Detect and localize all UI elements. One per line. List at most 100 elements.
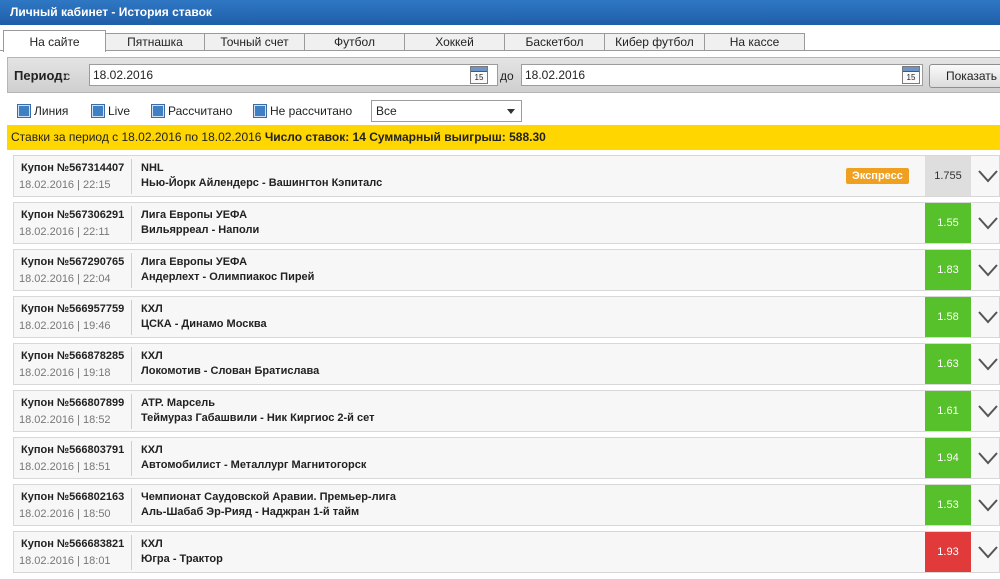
bet-league: Лига Европы УЕФА <box>141 256 248 268</box>
tab-basketball[interactable]: Баскетбол <box>504 33 605 51</box>
bet-datetime: 18.02.2016 | 22:04 <box>19 273 111 285</box>
bet-league: КХЛ <box>141 444 163 456</box>
bet-league: ATP. Марсель <box>141 397 215 409</box>
calendar-from-icon[interactable]: 15 <box>470 66 488 84</box>
bet-coefficient: 1.93 <box>925 532 971 572</box>
chevron-down-icon[interactable] <box>977 496 999 514</box>
bet-match: Аль-Шабаб Эр-Рияд - Наджран 1-й тайм <box>141 506 360 518</box>
bet-datetime: 18.02.2016 | 19:18 <box>19 367 111 379</box>
bet-type-select[interactable]: Все <box>371 100 522 122</box>
bet-match: Югра - Трактор <box>141 553 223 565</box>
checkbox-settled[interactable] <box>151 104 165 118</box>
tab-hockey[interactable]: Хоккей <box>404 33 505 51</box>
tab-football[interactable]: Футбол <box>304 33 405 51</box>
bet-datetime: 18.02.2016 | 22:15 <box>19 179 111 191</box>
chevron-down-icon[interactable] <box>977 308 999 326</box>
bet-match: Нью-Йорк Айлендерс - Вашингтон Кэпиталс <box>141 177 383 189</box>
checkbox-live-label: Live <box>108 104 131 118</box>
checkbox-line-label: Линия <box>34 104 69 118</box>
bet-datetime: 18.02.2016 | 18:01 <box>19 555 111 567</box>
period-summary: Ставки за период с 18.02.2016 по 18.02.2… <box>7 125 1000 150</box>
row-divider <box>131 488 132 523</box>
tab-at-cashdesk[interactable]: На кассе <box>704 33 805 51</box>
row-divider <box>131 394 132 429</box>
bet-row[interactable]: Купон №566802163 18.02.2016 | 18:50 Чемпио… <box>13 484 1000 526</box>
date-from-input[interactable]: 18.02.2016 <box>89 64 498 86</box>
bet-match: Вильярреал - Наполи <box>141 224 260 236</box>
chevron-down-icon[interactable] <box>977 214 999 232</box>
bet-league: КХЛ <box>141 538 163 550</box>
bet-row[interactable]: Купон №566683821 18.02.2016 | 18:01 КХЛ Югр… <box>13 531 1000 573</box>
chevron-down-icon[interactable] <box>977 167 999 185</box>
chevron-down-icon[interactable] <box>977 449 999 467</box>
bet-datetime: 18.02.2016 | 18:51 <box>19 461 111 473</box>
checkbox-unsettled-label: Не рассчитано <box>270 104 353 118</box>
show-button[interactable]: Показать <box>929 64 1000 88</box>
row-divider <box>131 300 132 335</box>
bet-match: Автомобилист - Металлург Магнитогорск <box>141 459 367 471</box>
bet-league: NHL <box>141 162 164 174</box>
tab-exact-score[interactable]: Точный счет <box>204 33 305 51</box>
bet-datetime: 18.02.2016 | 18:50 <box>19 508 111 520</box>
checkbox-line[interactable] <box>17 104 31 118</box>
row-divider <box>131 535 132 570</box>
summary-count-text: Число ставок: 14 Суммарный выигрыш: 588.… <box>264 130 546 144</box>
tab-on-site[interactable]: На сайте <box>3 30 106 52</box>
calendar-to-day: 15 <box>906 73 916 82</box>
bet-datetime: 18.02.2016 | 22:11 <box>19 226 110 238</box>
row-divider <box>131 159 132 194</box>
bet-row[interactable]: Купон №566878285 18.02.2016 | 19:18 КХЛ Лок… <box>13 343 1000 385</box>
dropdown-arrow-icon <box>507 109 515 114</box>
window-title: Личный кабинет - История ставок <box>0 0 1000 25</box>
row-divider <box>131 347 132 382</box>
chevron-down-icon[interactable] <box>977 355 999 373</box>
bet-row[interactable]: Купон №566957759 18.02.2016 | 19:46 КХЛ ЦСК… <box>13 296 1000 338</box>
tab-pyatnashka[interactable]: Пятнашка <box>105 33 205 51</box>
chevron-down-icon[interactable] <box>977 402 999 420</box>
bet-type-select-value: Все <box>376 104 397 118</box>
row-divider <box>131 253 132 288</box>
bet-coefficient: 1.63 <box>925 344 971 384</box>
date-from-label: с <box>64 69 70 83</box>
bet-filters: Линия Live Рассчитано Не рассчитано Все <box>0 100 1000 122</box>
coupon-number: Купон №566802163 <box>21 491 125 503</box>
bet-coefficient: 1.755 <box>925 156 971 196</box>
coupon-number: Купон №566803791 <box>21 444 125 456</box>
bet-league: КХЛ <box>141 303 163 315</box>
bet-row[interactable]: Купон №567314407 18.02.2016 | 22:15 NHL Нью… <box>13 155 1000 197</box>
checkbox-live[interactable] <box>91 104 105 118</box>
chevron-down-icon[interactable] <box>977 543 999 561</box>
tab-cyber-football[interactable]: Кибер футбол <box>604 33 705 51</box>
bet-datetime: 18.02.2016 | 19:46 <box>19 320 111 332</box>
bet-row[interactable]: Купон №567290765 18.02.2016 | 22:04 Лига Е… <box>13 249 1000 291</box>
date-to-input[interactable]: 18.02.2016 <box>521 64 923 86</box>
bet-match: Локомотив - Слован Братислава <box>141 365 320 377</box>
period-filter-bar: Период: с 18.02.2016 15 до 18.02.2016 15… <box>7 57 1000 93</box>
row-divider <box>131 206 132 241</box>
bet-row[interactable]: Купон №566807899 18.02.2016 | 18:52 ATP. М… <box>13 390 1000 432</box>
calendar-from-day: 15 <box>474 73 484 82</box>
date-to-label: до <box>500 69 514 83</box>
coupon-number: Купон №566807899 <box>21 397 125 409</box>
bet-coefficient: 1.83 <box>925 250 971 290</box>
bet-league: КХЛ <box>141 350 163 362</box>
bet-row[interactable]: Купон №566803791 18.02.2016 | 18:51 КХЛ Авт… <box>13 437 1000 479</box>
bet-league: Чемпионат Саудовской Аравии. Премьер-лиг… <box>141 491 397 503</box>
tabs-divider <box>0 50 1000 51</box>
bet-coefficient: 1.55 <box>925 203 971 243</box>
coupon-number: Купон №566683821 <box>21 538 125 550</box>
bet-match: ЦСКА - Динамо Москва <box>141 318 267 330</box>
coupon-number: Купон №567306291 <box>21 209 125 221</box>
bet-row[interactable]: Купон №567306291 18.02.2016 | 22:11 Лига Е… <box>13 202 1000 244</box>
bet-coefficient: 1.61 <box>925 391 971 431</box>
chevron-down-icon[interactable] <box>977 261 999 279</box>
summary-period-text: Ставки за период с 18.02.2016 по 18.02.2… <box>11 130 262 144</box>
period-label: Период: <box>14 68 67 83</box>
calendar-to-icon[interactable]: 15 <box>902 66 920 84</box>
checkbox-unsettled[interactable] <box>253 104 267 118</box>
coupon-number: Купон №567314407 <box>21 162 125 174</box>
coupon-number: Купон №566878285 <box>21 350 125 362</box>
bet-league: Лига Европы УЕФА <box>141 209 248 221</box>
bet-coefficient: 1.58 <box>925 297 971 337</box>
checkbox-settled-label: Рассчитано <box>168 104 233 118</box>
